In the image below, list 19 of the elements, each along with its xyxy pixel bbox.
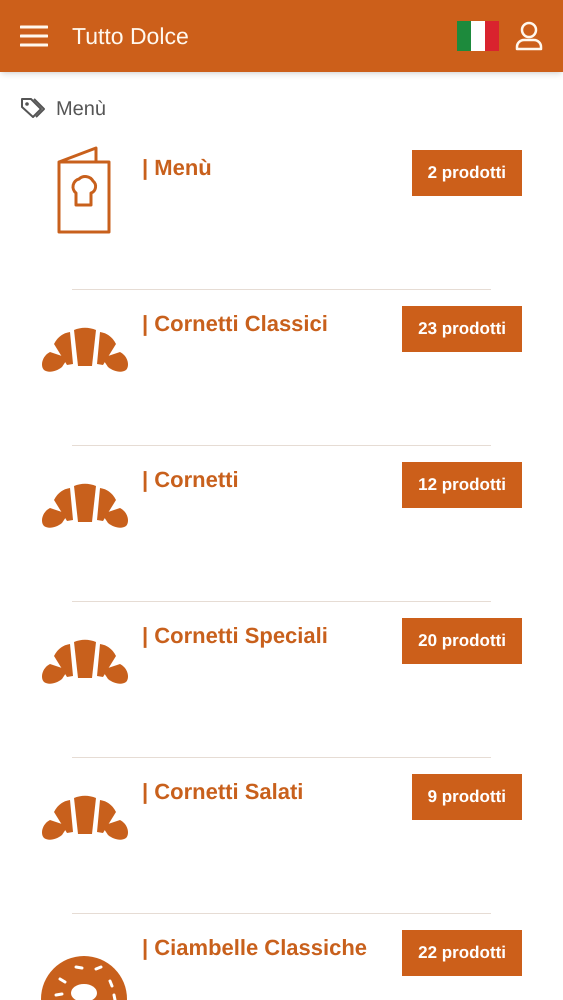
product-count-button[interactable]: 12 prodotti [402,462,522,508]
product-count-button[interactable]: 2 prodotti [412,150,522,196]
category-title[interactable]: | Cornetti [142,446,394,494]
menu-card-icon [56,146,112,234]
app-title: Tutto Dolce [72,22,189,51]
menu-icon[interactable] [20,24,48,48]
flag-icon[interactable] [457,21,499,51]
product-count-button[interactable]: 9 prodotti [412,774,522,820]
product-count-button[interactable]: 20 prodotti [402,618,522,664]
tag-icon [20,97,48,121]
category-title[interactable]: | Cornetti Salati [142,758,404,806]
category-title[interactable]: | Menù [142,134,404,182]
category-title[interactable]: | Cornetti Speciali [142,602,394,650]
product-count-button[interactable]: 23 prodotti [402,306,522,352]
category-title[interactable]: | Ciambelle Classiche [142,914,394,962]
breadcrumb[interactable]: Menù [56,94,106,124]
user-icon[interactable] [515,21,543,51]
product-count-button[interactable]: 22 prodotti [402,930,522,976]
category-title[interactable]: | Cornetti Classici [142,290,394,338]
